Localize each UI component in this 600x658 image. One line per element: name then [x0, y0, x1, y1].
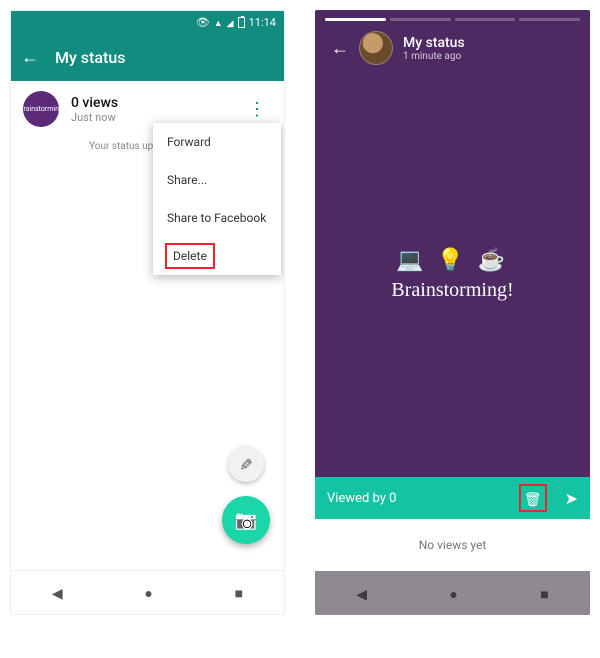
app-bar: My status: [11, 33, 284, 81]
nav-recent-icon[interactable]: [235, 583, 243, 602]
more-options-icon[interactable]: [242, 93, 272, 126]
menu-delete[interactable]: Delete: [165, 243, 215, 269]
nav-back-icon[interactable]: [356, 584, 367, 603]
back-icon[interactable]: [331, 38, 349, 59]
compose-text-fab[interactable]: [228, 446, 264, 482]
story-title-block: My status 1 minute ago: [403, 35, 465, 62]
status-time: 11:14: [249, 16, 276, 29]
status-viewer-screen: My status 1 minute ago 💻 💡 ☕ Brainstormi…: [315, 10, 590, 615]
story-content[interactable]: 💻 💡 ☕ Brainstorming!: [315, 73, 590, 477]
thumbnail-text: Brainstorming: [19, 106, 63, 113]
status-thumbnail: Brainstorming: [23, 91, 59, 127]
wifi-icon: [214, 16, 223, 29]
viewed-by-label: Viewed by 0: [327, 491, 396, 506]
android-nav-bar: [315, 571, 590, 615]
story-text: Brainstorming!: [391, 279, 513, 302]
story-top: My status 1 minute ago: [315, 10, 590, 73]
story-title: My status: [403, 35, 465, 51]
status-info: 0 views Just now: [71, 95, 118, 124]
my-status-list-screen: 11:14 My status Brainstorming 0 views Ju…: [10, 10, 285, 615]
fab-stack: [222, 446, 270, 544]
story-emojis: 💻 💡 ☕: [396, 248, 509, 273]
nav-recent-icon[interactable]: [540, 584, 548, 603]
story-progress-bar: [325, 18, 580, 21]
avatar[interactable]: [359, 31, 393, 65]
progress-segment: [325, 18, 386, 21]
pencil-icon: [239, 455, 252, 474]
nav-home-icon[interactable]: [144, 583, 152, 602]
menu-share[interactable]: Share...: [153, 161, 281, 199]
views-count: 0 views: [71, 95, 118, 111]
menu-share-facebook[interactable]: Share to Facebook: [153, 199, 281, 237]
story-subtitle: 1 minute ago: [403, 51, 465, 62]
viewed-by-bar[interactable]: Viewed by 0: [315, 477, 590, 519]
camera-icon: [235, 510, 257, 531]
menu-forward[interactable]: Forward: [153, 123, 281, 161]
back-icon[interactable]: [21, 47, 39, 68]
context-menu: Forward Share... Share to Facebook Delet…: [153, 123, 281, 275]
camera-fab[interactable]: [222, 496, 270, 544]
delete-status-button[interactable]: [519, 484, 547, 512]
page-title: My status: [55, 48, 125, 67]
forward-icon[interactable]: [565, 489, 578, 508]
trash-icon: [524, 489, 542, 508]
battery-icon: [238, 17, 245, 28]
progress-segment: [390, 18, 451, 21]
no-views-card: No views yet: [315, 519, 590, 571]
android-status-bar: 11:14: [11, 11, 284, 33]
android-nav-bar: [11, 570, 284, 614]
progress-segment: [519, 18, 580, 21]
visibility-icon: [196, 16, 210, 29]
no-views-text: No views yet: [419, 538, 487, 552]
signal-icon: [227, 16, 234, 29]
story-header: My status 1 minute ago: [325, 31, 580, 73]
status-timestamp: Just now: [71, 111, 118, 124]
nav-back-icon[interactable]: [52, 583, 63, 602]
progress-segment: [455, 18, 516, 21]
nav-home-icon[interactable]: [449, 584, 457, 603]
